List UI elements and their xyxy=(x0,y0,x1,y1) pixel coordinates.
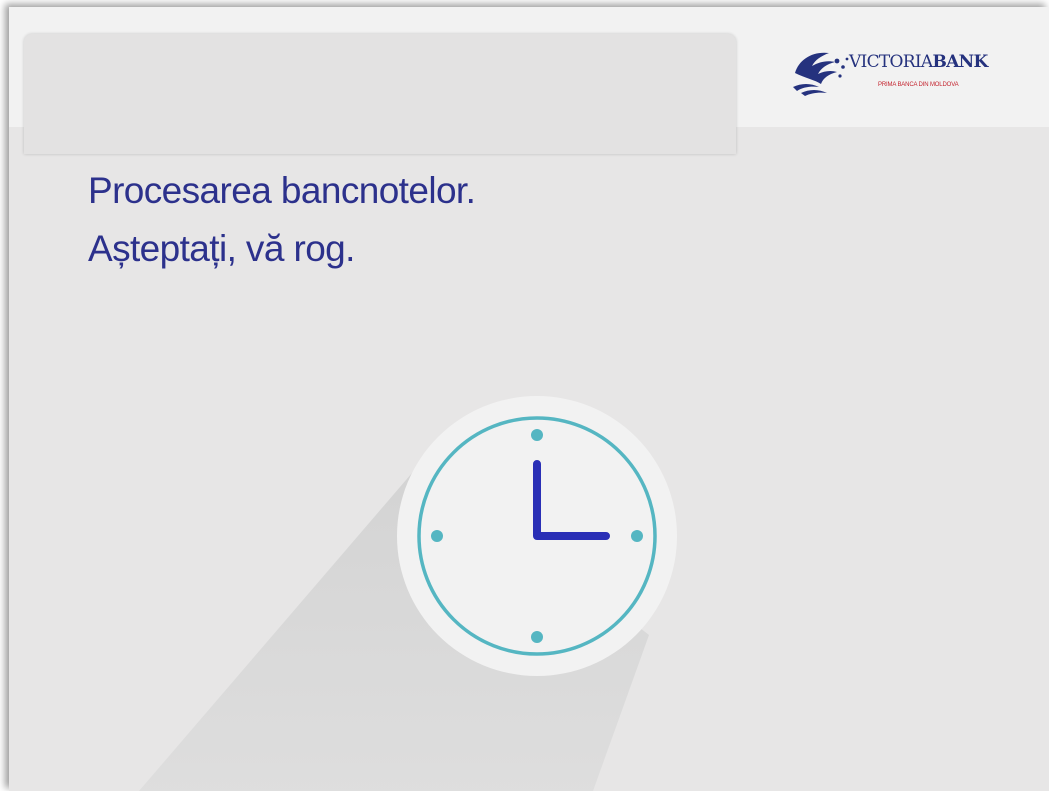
clock-marker-9 xyxy=(431,530,443,542)
atm-screen: VICTORIABANK PRIMA BANCA DIN MOLDOVA Pro… xyxy=(9,7,1049,791)
atm-window: VICTORIABANK PRIMA BANCA DIN MOLDOVA Pro… xyxy=(0,0,1049,791)
clock-icon xyxy=(397,396,677,676)
clock-marker-6 xyxy=(531,631,543,643)
clock-marker-3 xyxy=(631,530,643,542)
clock-marker-12 xyxy=(531,429,543,441)
